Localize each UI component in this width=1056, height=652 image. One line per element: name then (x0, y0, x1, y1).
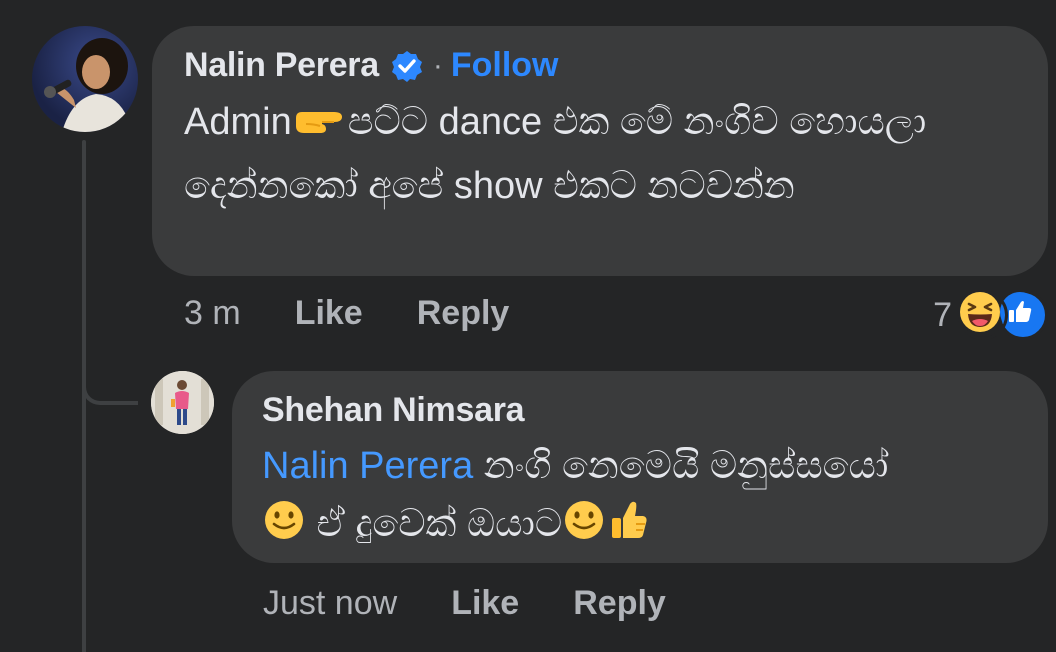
like-button[interactable]: Like (295, 294, 363, 333)
comment-text: Admin පට්ට dance එක මේ නංගිව හොයලා දෙන්නක… (184, 93, 1004, 215)
reply-text: Nalin Perera නංගි නෙමෙයි මනුස්සයෝ ඒ දුවෙ… (262, 437, 1032, 559)
reply-timestamp[interactable]: Just now (263, 584, 397, 623)
avatar-person-image (151, 371, 214, 434)
comment-header: Nalin Perera · Follow (184, 46, 559, 85)
reply-author-name[interactable]: Shehan Nimsara (262, 391, 525, 430)
comment-actions: 3 m Like Reply (184, 294, 509, 333)
mention-link[interactable]: Nalin Perera (262, 445, 473, 487)
reply-text-part1: නංගි නෙමෙයි මනුස්සයෝ (473, 445, 889, 487)
comment-thread: Nalin Perera · Follow Admin පට්ට dance එක… (0, 0, 1056, 652)
reactions-summary[interactable]: 7 (933, 290, 1048, 340)
avatar-singer-image (44, 38, 132, 132)
thumbs-up-emoji-icon (606, 498, 650, 559)
follow-button[interactable]: Follow (451, 46, 559, 85)
comment-text-start: Admin (184, 101, 292, 143)
avatar[interactable] (151, 371, 214, 434)
reaction-count: 7 (933, 295, 952, 334)
like-button[interactable]: Like (451, 584, 519, 623)
verified-badge-icon (391, 50, 423, 82)
thread-branch-line (82, 355, 138, 405)
author-name[interactable]: Nalin Perera (184, 46, 379, 85)
reply-button[interactable]: Reply (417, 294, 510, 333)
reply-actions: Just now Like Reply (263, 584, 666, 623)
comment-timestamp[interactable]: 3 m (184, 294, 241, 333)
haha-reaction-icon (958, 290, 1008, 340)
avatar[interactable] (32, 26, 138, 132)
smile-emoji-icon (562, 498, 606, 559)
reply-text-part2: ඒ දුවෙක් ඔයාට (306, 503, 563, 545)
point-right-emoji-icon (292, 99, 348, 157)
separator-dot: · (432, 48, 443, 82)
reply-button[interactable]: Reply (573, 584, 666, 623)
reply-header: Shehan Nimsara (262, 391, 525, 430)
smile-emoji-icon (262, 498, 306, 559)
